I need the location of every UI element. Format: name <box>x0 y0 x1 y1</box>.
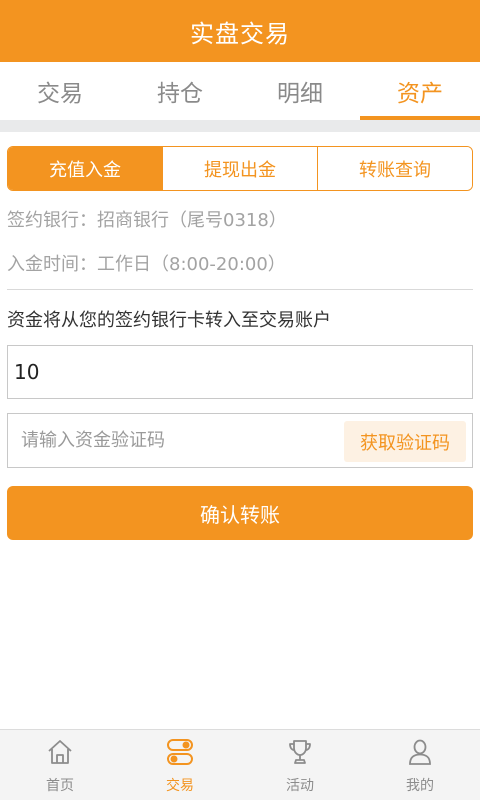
user-icon <box>409 739 431 765</box>
trophy-icon <box>289 740 311 764</box>
nav-mine-label: 我的 <box>406 778 434 794</box>
signed-bank-info: 签约银行：招商银行（尾号0318） <box>7 210 287 231</box>
segment-deposit[interactable]: 充值入金 <box>8 147 162 190</box>
bottom-nav: 首页 交易 活动 我的 <box>0 729 480 800</box>
tab-trade[interactable]: 交易 <box>0 62 120 120</box>
top-tabs: 交易 持仓 明细 资产 <box>0 62 480 120</box>
amount-input[interactable] <box>7 345 473 399</box>
confirm-transfer-button[interactable]: 确认转账 <box>7 486 473 540</box>
segment-transfer-query[interactable]: 转账查询 <box>317 147 472 190</box>
tab-details[interactable]: 明细 <box>240 62 360 120</box>
divider <box>7 289 473 290</box>
nav-home[interactable]: 首页 <box>0 730 120 800</box>
nav-home-label: 首页 <box>46 778 74 794</box>
verification-code-row: 获取验证码 <box>7 413 473 468</box>
tab-positions[interactable]: 持仓 <box>120 62 240 120</box>
home-icon <box>48 740 72 764</box>
app-header: 实盘交易 <box>0 0 480 62</box>
nav-trade-label: 交易 <box>166 778 194 794</box>
nav-mine[interactable]: 我的 <box>360 730 480 800</box>
deposit-hours-info: 入金时间：工作日（8:00-20:00） <box>7 254 286 275</box>
get-code-button[interactable]: 获取验证码 <box>344 421 466 462</box>
nav-trade[interactable]: 交易 <box>120 730 240 800</box>
transfer-description: 资金将从您的签约银行卡转入至交易账户 <box>7 310 331 331</box>
segmented-control: 充值入金 提现出金 转账查询 <box>7 146 473 191</box>
segment-withdraw[interactable]: 提现出金 <box>162 147 317 190</box>
nav-activity[interactable]: 活动 <box>240 730 360 800</box>
nav-activity-label: 活动 <box>286 778 314 794</box>
verification-code-input[interactable] <box>8 414 338 467</box>
toggle-icon <box>167 739 193 765</box>
page-title: 实盘交易 <box>190 19 290 48</box>
section-gap <box>0 120 480 132</box>
tab-assets[interactable]: 资产 <box>360 62 480 120</box>
